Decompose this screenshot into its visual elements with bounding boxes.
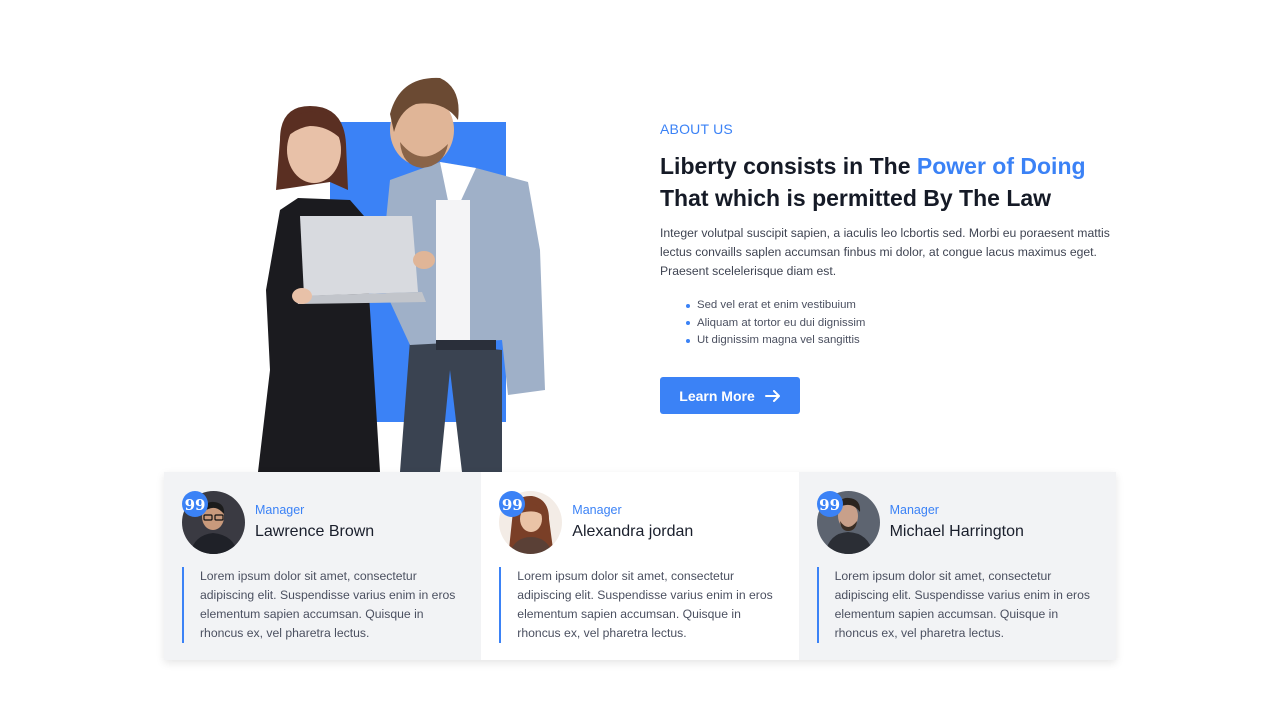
testimonial-role: Manager: [889, 503, 939, 517]
feature-list: Sed vel erat et enim vestibuium Aliquam …: [686, 297, 1110, 350]
headline-accent: Power of Doing: [916, 153, 1086, 179]
about-section: ABOUT US Liberty consists in The Power o…: [660, 120, 1110, 414]
learn-more-button[interactable]: Learn More: [660, 377, 800, 414]
quote-icon: 99: [816, 491, 843, 517]
avatar-wrap: 99: [499, 491, 563, 554]
testimonial-text: Lorem ipsum dolor sit amet, consectetur …: [816, 567, 1102, 643]
headline-part-1: Liberty consists in The: [660, 153, 917, 179]
headline-part-2: That which is permitted By The Law: [660, 185, 1052, 211]
testimonial-card: 99 Manager Alexandra jordan Lorem ipsum …: [481, 472, 799, 660]
avatar-wrap: 99: [816, 491, 880, 554]
section-eyebrow: ABOUT US: [660, 121, 733, 137]
testimonial-text: Lorem ipsum dolor sit amet, consectetur …: [182, 567, 467, 643]
testimonial-name: Alexandra jordan: [572, 523, 694, 540]
testimonial-role: Manager: [572, 503, 622, 517]
testimonial-name: Lawrence Brown: [255, 523, 375, 540]
section-intro: Integer volutpal suscipit sapien, a iacu…: [660, 226, 1110, 278]
feature-item: Aliquam at tortor eu dui dignissim: [686, 315, 1110, 333]
testimonial-text: Lorem ipsum dolor sit amet, consectetur …: [499, 567, 784, 643]
feature-item: Sed vel erat et enim vestibuium: [686, 297, 1110, 315]
quote-icon: 99: [182, 491, 208, 517]
about-hero-image: [240, 70, 560, 472]
testimonial-role: Manager: [255, 503, 305, 517]
learn-more-label: Learn More: [679, 387, 755, 404]
section-headline: Liberty consists in The Power of Doing Th…: [660, 150, 1110, 214]
quote-icon: 99: [499, 491, 526, 517]
testimonial-card: 99 Manager Lawrence Brown Lorem ipsum do…: [164, 472, 482, 660]
arrow-right-icon: [764, 389, 780, 402]
testimonial-card: 99 Manager Michael Harrington Lorem ipsu…: [798, 472, 1116, 660]
avatar-wrap: 99: [182, 491, 245, 554]
testimonial-name: Michael Harrington: [889, 523, 1024, 540]
feature-item: Ut dignissim magna vel sangittis: [686, 332, 1110, 350]
testimonials-row: 99 Manager Lawrence Brown Lorem ipsum do…: [164, 472, 1116, 660]
